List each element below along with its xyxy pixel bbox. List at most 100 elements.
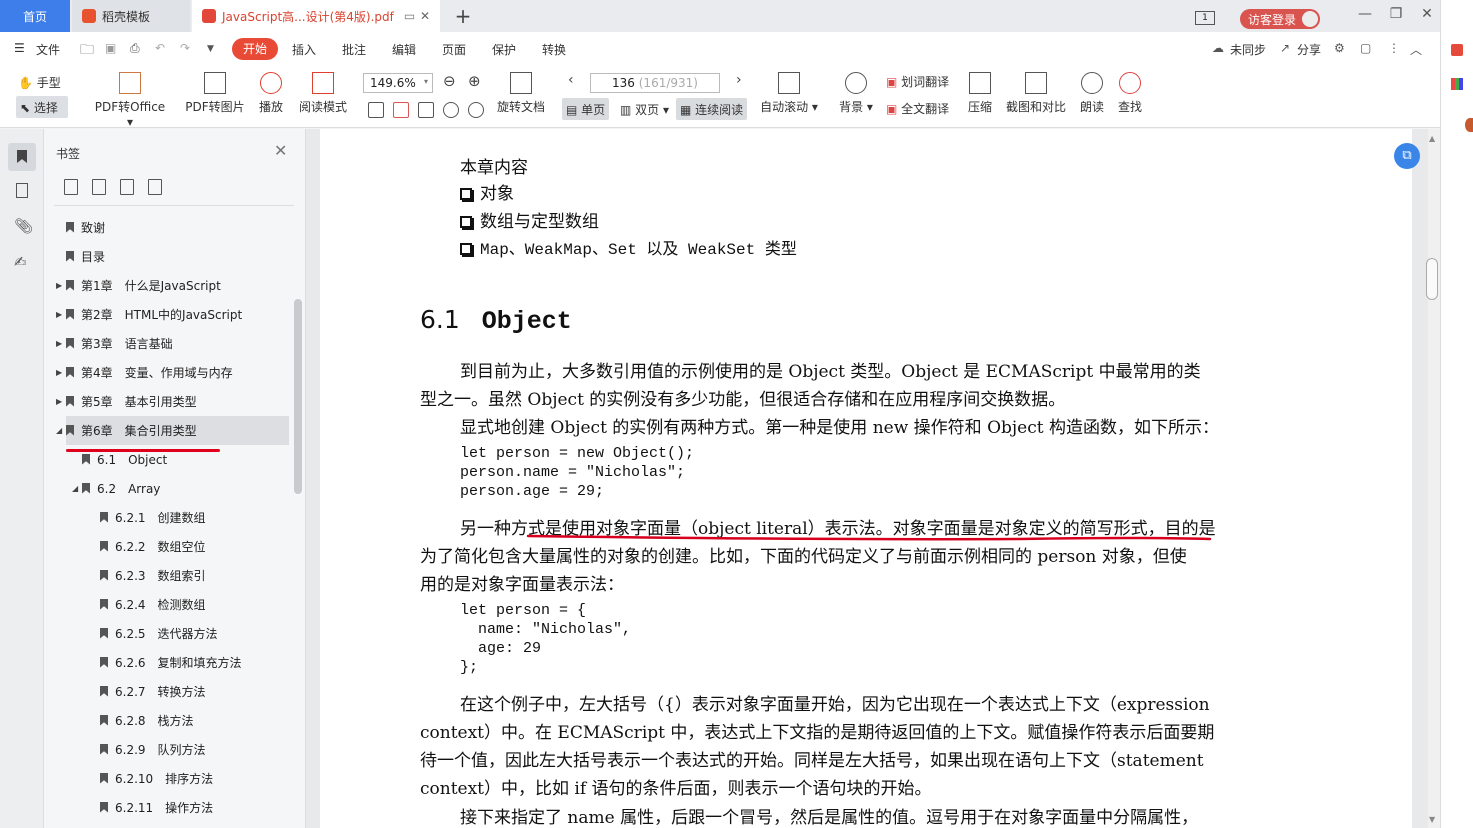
pdf-to-office-button[interactable]: PDF转Office ▾ [90, 72, 170, 129]
play-button[interactable]: 播放 [256, 72, 286, 115]
auto-scroll-button[interactable]: 自动滚动 ▾ [760, 72, 818, 115]
bookmark-item[interactable]: 6.1 Object [72, 446, 167, 472]
print-icon[interactable]: ⎙ [130, 41, 140, 56]
reading-mode-button[interactable]: 阅读模式 [297, 72, 349, 115]
bookmark-item[interactable]: ▶ 第2章 HTML中的JavaScript [56, 301, 242, 327]
actual-size-icon[interactable] [368, 102, 384, 118]
bookmark-item[interactable]: 6.2.1 创建数组 [90, 504, 206, 530]
scroll-up-icon[interactable]: ▲ [1429, 134, 1435, 143]
collapse-bookmarks-icon[interactable] [92, 179, 106, 195]
page-count-indicator[interactable]: 1 [1195, 11, 1215, 25]
double-page-button[interactable]: ▥ 双页 ▾ [616, 98, 673, 120]
more-icon[interactable]: ⋮ [1388, 41, 1400, 55]
background-button[interactable]: 背景 ▾ [838, 72, 874, 115]
bookmark-item[interactable]: 6.2.4 检测数组 [90, 591, 206, 617]
menu-convert[interactable]: 转换 [542, 41, 566, 58]
scroll-down-icon[interactable]: ▼ [1429, 815, 1435, 824]
thumbnail-icon[interactable] [16, 183, 28, 198]
menu-insert[interactable]: 插入 [292, 41, 316, 58]
read-aloud-button[interactable]: 朗读 [1078, 72, 1106, 115]
tab-templates[interactable]: 稻壳模板 [72, 0, 190, 32]
save-icon[interactable]: ▣ [105, 41, 116, 55]
close-panel-icon[interactable]: ✕ [274, 141, 287, 160]
hamburger-icon[interactable]: ☰ [14, 41, 25, 55]
bookmark-item[interactable]: ◢ 6.2 Array [72, 475, 160, 501]
collapse-arrow-icon[interactable]: ◢ [72, 484, 82, 493]
collapse-ribbon-icon[interactable]: ︿ [1410, 41, 1422, 58]
bookmark-item[interactable]: 6.2.2 数组空位 [90, 533, 206, 559]
rotate-left-icon[interactable] [443, 102, 459, 118]
bookmark-item[interactable]: 6.2.5 迭代器方法 [90, 620, 218, 646]
bookmark-add-icon[interactable] [120, 179, 134, 195]
close-window-button[interactable]: ✕ [1415, 6, 1439, 22]
zoom-select[interactable]: 149.6% ▾ [363, 73, 433, 93]
next-page-icon[interactable]: › [736, 72, 742, 88]
zoom-out-icon[interactable]: ⊖ [443, 72, 456, 90]
menu-start[interactable]: 开始 [232, 38, 278, 60]
collapse-arrow-icon[interactable]: ◢ [56, 426, 66, 435]
menu-file[interactable]: 文件 [36, 41, 60, 58]
find-button[interactable]: 查找 [1116, 72, 1144, 115]
zoom-in-icon[interactable]: ⊕ [468, 72, 481, 90]
document-viewport[interactable]: 本章内容 对象 数组与定型数组 Map、WeakMap、Set 以及 WeakS… [306, 129, 1440, 828]
pdf-to-image-button[interactable]: PDF转图片 [184, 72, 246, 115]
continuous-read-button[interactable]: ▦ 连续阅读 [676, 98, 748, 120]
bookmark-item[interactable]: ▶ 第3章 语言基础 [56, 330, 173, 356]
expand-arrow-icon[interactable]: ▶ [56, 339, 66, 348]
share-button[interactable]: 分享 [1297, 41, 1321, 58]
full-translate-button[interactable]: ▣ 全文翻译 [886, 100, 949, 117]
bookmark-item[interactable]: ▶ 第5章 基本引用类型 [56, 388, 197, 414]
bookmark-item[interactable]: 6.2.11 操作方法 [90, 794, 213, 820]
apps-grid-icon[interactable] [1451, 78, 1463, 90]
bookmark-item[interactable]: 6.2.3 数组索引 [90, 562, 206, 588]
floating-tool-icon[interactable]: ⧉ [1394, 143, 1420, 169]
expand-arrow-icon[interactable]: ▶ [56, 368, 66, 377]
menu-page[interactable]: 页面 [442, 41, 466, 58]
app-icon[interactable] [1451, 44, 1463, 56]
hand-tool[interactable]: ✋ 手型 [18, 74, 61, 91]
rotate-document-button[interactable]: 旋转文档 [495, 72, 547, 115]
bookmark-item[interactable]: 6.2.10 排序方法 [90, 765, 213, 791]
bookmark-item[interactable]: 6.2.9 队列方法 [90, 736, 206, 762]
close-tab-icon[interactable]: ✕ [420, 9, 430, 23]
page-number-input[interactable]: 136 (161/931) [590, 73, 720, 93]
single-page-button[interactable]: ▤ 单页 [562, 98, 610, 120]
bookmark-item[interactable]: ▶ 第4章 变量、作用域与内存 [56, 359, 233, 385]
bookmark-item-selected[interactable]: ◢ 第6章 集合引用类型 [56, 417, 197, 443]
tab-home[interactable]: 首页 [0, 0, 70, 32]
compress-button[interactable]: 压缩 [966, 72, 994, 115]
bookmark-panel-tab[interactable] [8, 143, 36, 171]
screenshot-compare-button[interactable]: 截图和对比 [1004, 72, 1068, 115]
bookmark-remove-icon[interactable] [148, 179, 162, 195]
expand-arrow-icon[interactable]: ▶ [56, 281, 66, 290]
open-folder-icon[interactable]: 🗀 [80, 39, 94, 63]
select-tool[interactable]: ⬉ 选择 [16, 96, 68, 118]
mascot-icon[interactable] [1465, 118, 1473, 132]
pin-icon[interactable]: ▭ [404, 9, 415, 23]
bookmark-item[interactable]: 目录 [56, 243, 105, 269]
restore-button[interactable]: ❐ [1384, 6, 1408, 22]
bookmark-item[interactable]: ▶ 第1章 什么是JavaScript [56, 272, 221, 298]
bookmark-item[interactable]: 6.2.7 转换方法 [90, 678, 206, 704]
bookmark-item[interactable]: 6.2.6 复制和填充方法 [90, 649, 242, 675]
login-button[interactable]: 访客登录 [1240, 9, 1320, 29]
minimize-button[interactable]: — [1353, 6, 1377, 22]
expand-arrow-icon[interactable]: ▶ [56, 397, 66, 406]
scrollbar-thumb[interactable] [1426, 258, 1438, 300]
menu-annotate[interactable]: 批注 [342, 41, 366, 58]
unsync-label[interactable]: 未同步 [1230, 41, 1266, 58]
document-scrollbar[interactable] [1428, 129, 1440, 828]
dropdown-icon[interactable]: ▼ [207, 44, 214, 54]
bookmark-scrollbar[interactable] [294, 299, 302, 494]
prev-page-icon[interactable]: ‹ [568, 72, 574, 88]
signature-icon[interactable]: ✍︎ [14, 253, 34, 273]
new-tab-button[interactable]: + [450, 4, 476, 28]
bookmark-item[interactable]: 致谢 [56, 214, 105, 240]
redo-icon[interactable]: ↷ [180, 41, 190, 55]
settings-icon[interactable]: ⚙ [1334, 41, 1345, 55]
fit-width-icon[interactable] [418, 102, 434, 118]
menu-protect[interactable]: 保护 [492, 41, 516, 58]
fit-page-icon[interactable] [393, 102, 409, 118]
comment-icon[interactable]: ▢ [1360, 41, 1371, 55]
tab-pdf-document[interactable]: JavaScript高...设计(第4版).pdf ▭ ✕ [192, 0, 440, 32]
